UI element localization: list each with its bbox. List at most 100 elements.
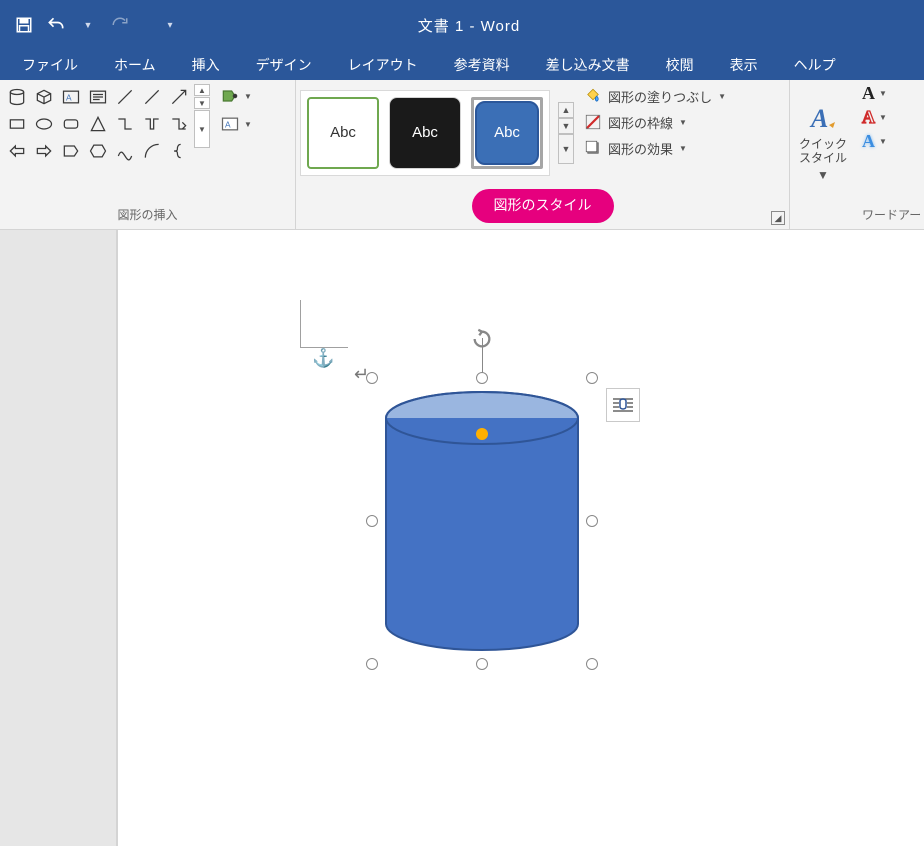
group-wordart: A▼ A▼ A▼ ワードアートのスタイル	[856, 80, 924, 229]
crop-mark-icon	[300, 300, 348, 348]
style-preset-gallery[interactable]: Abc Abc Abc	[300, 90, 550, 176]
dropdown-icon: ▼	[244, 92, 252, 101]
tab-file[interactable]: ファイル	[4, 50, 96, 80]
dropdown-icon: ▼	[679, 118, 687, 127]
shape-fill-button[interactable]: 図形の塗りつぶし ▼	[580, 84, 730, 108]
resize-handle-n[interactable]	[476, 372, 488, 384]
svg-text:A: A	[225, 119, 231, 129]
group-quick-styles: A クイック スタイル ▼	[790, 80, 856, 229]
save-button[interactable]	[10, 11, 38, 39]
qat-more-button[interactable]: ▾	[156, 11, 184, 39]
svg-text:A: A	[66, 92, 72, 102]
layout-options-button[interactable]	[606, 388, 640, 422]
workspace: ⚓ ↵	[0, 230, 924, 846]
gallery-down-button[interactable]: ▼	[194, 97, 210, 109]
group-label-styles-text: 図形のスタイル	[472, 189, 614, 223]
preset-2[interactable]: Abc	[389, 97, 461, 169]
document-title: 文書 1 - Word	[194, 15, 744, 36]
tab-references[interactable]: 参考資料	[436, 50, 528, 80]
shape-arrowline-icon[interactable]	[166, 84, 192, 110]
dropdown-icon: ▼	[244, 120, 252, 129]
shape-gallery[interactable]: A	[4, 84, 192, 198]
shape-cube-icon[interactable]	[31, 84, 57, 110]
text-outline-button[interactable]: A▼	[860, 106, 920, 128]
rotate-handle[interactable]	[471, 328, 493, 353]
edit-shape-button[interactable]: ▼	[216, 84, 256, 108]
draw-textbox-button[interactable]: A ▼	[216, 112, 256, 136]
tab-review[interactable]: 校閲	[648, 50, 712, 80]
group-label-styles: 図形のスタイル ◢	[296, 185, 789, 229]
preset-3: Abc	[475, 101, 539, 165]
shape-ellipse-icon[interactable]	[31, 111, 57, 137]
anchor-icon: ⚓	[312, 348, 334, 369]
page-gutter	[0, 230, 116, 846]
dropdown-icon: ▼	[718, 92, 726, 101]
shape-roundrect-icon[interactable]	[58, 111, 84, 137]
resize-handle-sw[interactable]	[366, 658, 378, 670]
shape-hexagon-icon[interactable]	[85, 138, 111, 164]
shape-fill-label: 図形の塗りつぶし	[608, 87, 712, 106]
gallery-more-button[interactable]: ▼	[194, 110, 210, 148]
tab-layout[interactable]: レイアウト	[330, 50, 436, 80]
group-shape-styles: Abc Abc Abc ▲ ▼ ▼ 図形の塗りつぶし ▼	[296, 80, 790, 229]
shape-arrow-left-icon[interactable]	[4, 138, 30, 164]
styles-dialog-launcher[interactable]: ◢	[771, 211, 785, 225]
redo-button[interactable]	[106, 11, 134, 39]
text-effects-button[interactable]: A▼	[860, 130, 920, 152]
shape-arrow-right-icon[interactable]	[31, 138, 57, 164]
shape-effects-label: 図形の効果	[608, 139, 673, 158]
tab-insert[interactable]: 挿入	[174, 50, 238, 80]
selected-shape[interactable]	[372, 378, 592, 664]
shape-textbox2-icon[interactable]	[85, 84, 111, 110]
resize-handle-w[interactable]	[366, 515, 378, 527]
resize-handle-se[interactable]	[586, 658, 598, 670]
undo-dropdown[interactable]: ▼	[74, 11, 102, 39]
tab-design[interactable]: デザイン	[238, 50, 330, 80]
svg-text:A: A	[809, 104, 828, 133]
text-fill-button[interactable]: A▼	[860, 82, 920, 104]
shape-effects-button[interactable]: 図形の効果 ▼	[580, 136, 730, 160]
title-bar: ▼ ▾ 文書 1 - Word	[0, 0, 924, 50]
resize-handle-nw[interactable]	[366, 372, 378, 384]
adjust-handle[interactable]	[476, 428, 488, 440]
group-label-shapes: 図形の挿入	[0, 202, 295, 229]
tab-view[interactable]: 表示	[712, 50, 776, 80]
resize-handle-e[interactable]	[586, 515, 598, 527]
group-insert-shapes: A	[0, 80, 296, 229]
tab-help[interactable]: ヘルプ	[776, 50, 854, 80]
resize-handle-s[interactable]	[476, 658, 488, 670]
shape-connector3-icon[interactable]	[166, 111, 192, 137]
tab-home[interactable]: ホーム	[96, 50, 174, 80]
shape-connector2-icon[interactable]	[139, 111, 165, 137]
ribbon: A	[0, 80, 924, 230]
shape-brace-icon[interactable]	[166, 138, 192, 164]
document-page[interactable]: ⚓ ↵	[116, 230, 924, 846]
shape-pentagon-icon[interactable]	[58, 138, 84, 164]
quick-styles-label: クイック スタイル	[798, 137, 848, 166]
shape-triangle-icon[interactable]	[85, 111, 111, 137]
ribbon-tabs: ファイル ホーム 挿入 デザイン レイアウト 参考資料 差し込み文書 校閲 表示…	[0, 50, 924, 80]
shape-connector1-icon[interactable]	[112, 111, 138, 137]
tab-mailings[interactable]: 差し込み文書	[528, 50, 648, 80]
shape-line-icon[interactable]	[112, 84, 138, 110]
quick-styles-button[interactable]: A クイック スタイル ▼	[794, 84, 852, 201]
shape-outline-button[interactable]: 図形の枠線 ▼	[580, 110, 730, 134]
undo-button[interactable]	[42, 11, 70, 39]
group-label-wordart: ワードアートのスタイル	[856, 202, 924, 229]
shape-line2-icon[interactable]	[139, 84, 165, 110]
shape-curve-icon[interactable]	[112, 138, 138, 164]
shape-outline-label: 図形の枠線	[608, 113, 673, 132]
preset-more[interactable]: ▼	[558, 134, 574, 164]
dropdown-icon: ▼	[817, 168, 829, 182]
preset-scroll-up[interactable]: ▲	[558, 102, 574, 118]
shape-cylinder-icon[interactable]	[4, 84, 30, 110]
gallery-up-button[interactable]: ▲	[194, 84, 210, 96]
shape-rect-icon[interactable]	[4, 111, 30, 137]
preset-1[interactable]: Abc	[307, 97, 379, 169]
shape-arc-icon[interactable]	[139, 138, 165, 164]
shape-textbox-icon[interactable]: A	[58, 84, 84, 110]
quick-access-toolbar: ▼ ▾	[0, 11, 194, 39]
preset-3-wrap[interactable]: Abc	[471, 97, 543, 169]
preset-scroll-down[interactable]: ▼	[558, 118, 574, 134]
resize-handle-ne[interactable]	[586, 372, 598, 384]
